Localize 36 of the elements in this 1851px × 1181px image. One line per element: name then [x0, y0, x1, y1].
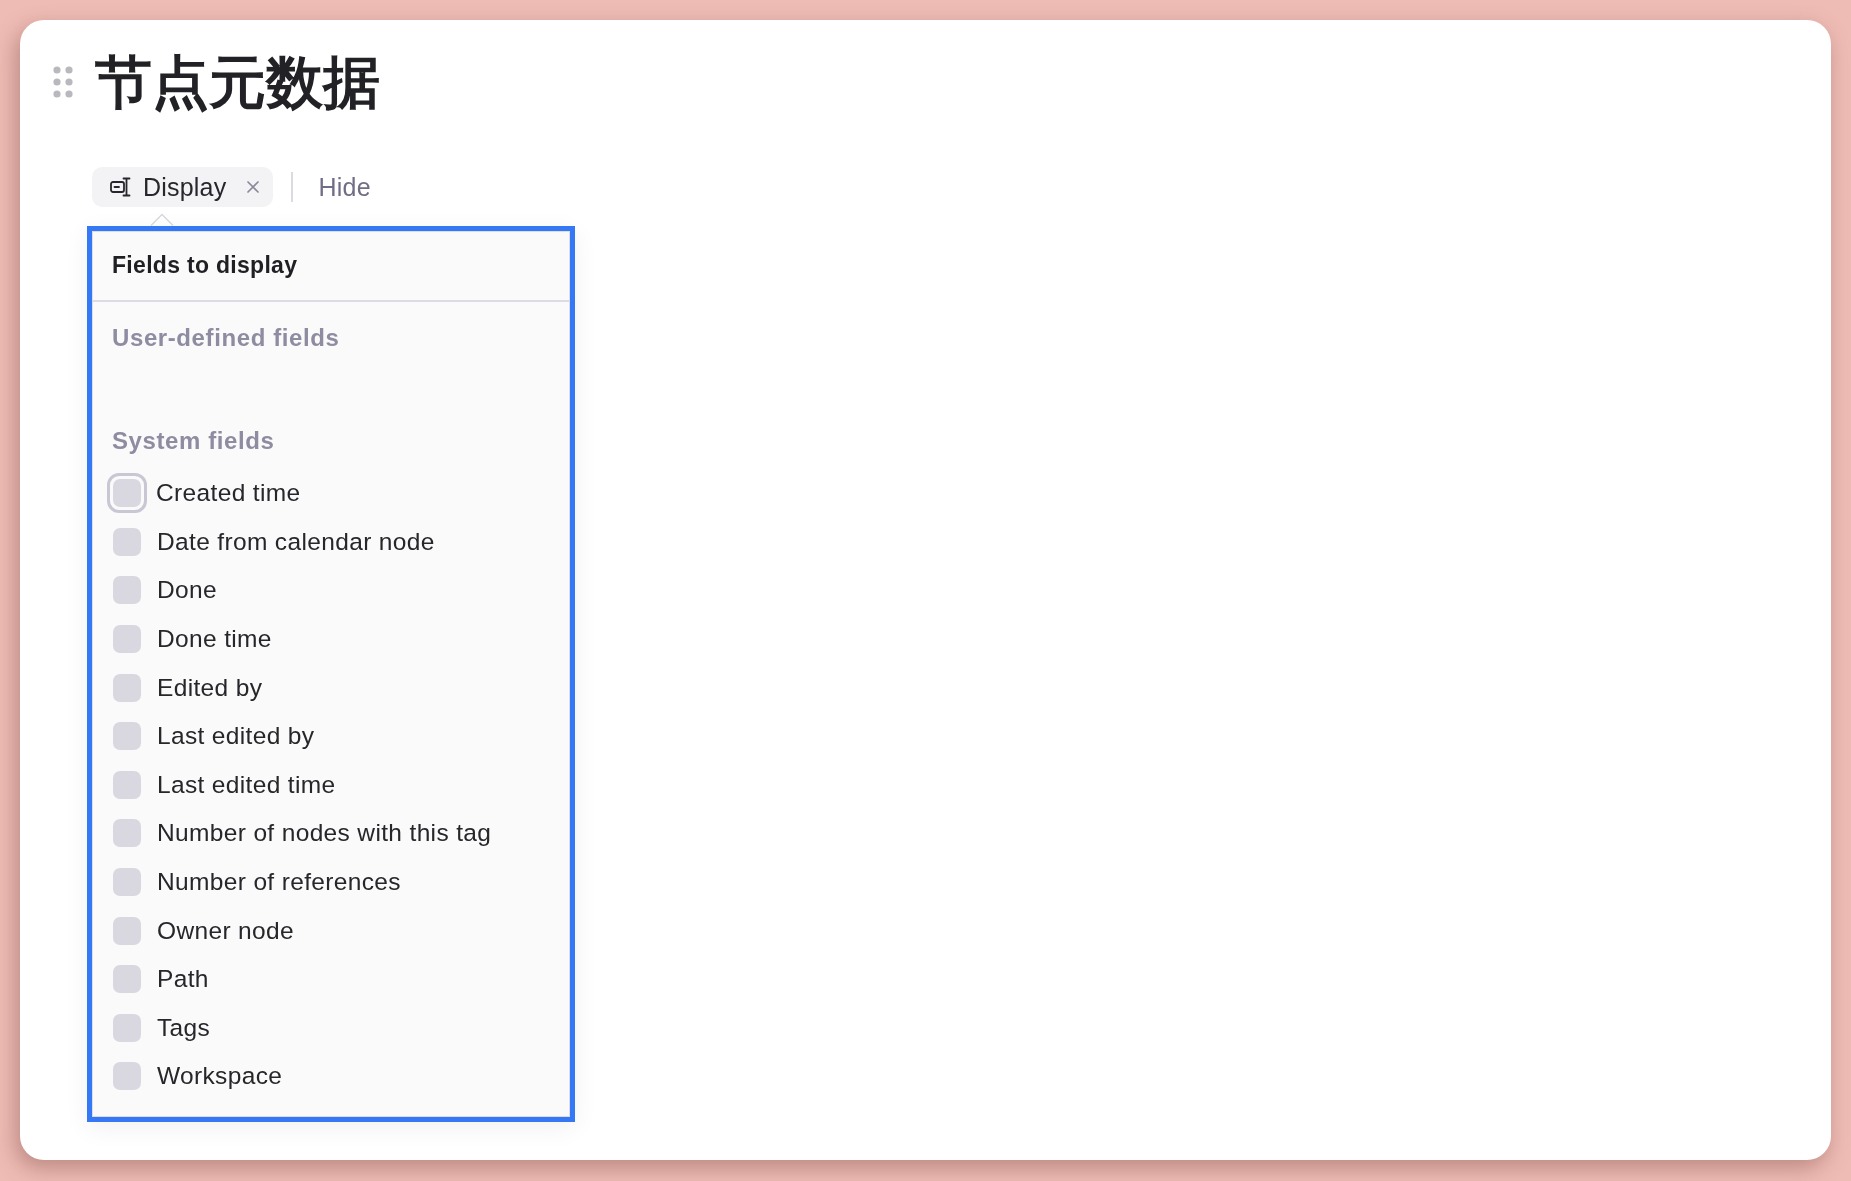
field-label: Date from calendar node	[157, 527, 435, 556]
section-heading: User-defined fields	[112, 323, 340, 353]
field-label: Number of references	[157, 868, 401, 897]
field-label: Done	[157, 576, 217, 605]
checkbox[interactable]	[113, 868, 141, 897]
popover-title: Fields to display	[112, 252, 298, 279]
checkbox[interactable]	[113, 1013, 141, 1042]
checkbox[interactable]	[113, 722, 141, 751]
checkbox[interactable]	[113, 770, 141, 799]
page-title: 节点元数据	[95, 49, 380, 116]
hide-button[interactable]: Hide	[318, 172, 371, 202]
field-label: Last edited by	[157, 722, 315, 751]
field-label: Edited by	[157, 673, 263, 702]
checkbox[interactable]	[113, 576, 141, 605]
close-icon[interactable]	[247, 181, 260, 193]
checkbox[interactable]	[113, 625, 141, 654]
checkbox[interactable]	[113, 819, 141, 848]
checkbox[interactable]	[113, 673, 141, 702]
display-chip[interactable]: Display	[92, 167, 274, 207]
pointer-icon	[150, 213, 174, 226]
section-heading: System fields	[112, 426, 275, 456]
checkbox[interactable]	[106, 473, 147, 514]
field-label: Number of nodes with this tag	[157, 819, 492, 848]
field-label: Owner node	[157, 916, 294, 945]
checkbox[interactable]	[113, 1062, 141, 1091]
checkbox[interactable]	[113, 916, 141, 945]
checkbox[interactable]	[113, 527, 141, 556]
field-label: Workspace	[157, 1062, 283, 1091]
field-label: Last edited time	[157, 770, 336, 799]
text-field-icon	[110, 177, 131, 197]
drag-handle-icon[interactable]	[53, 66, 73, 98]
field-label: Created time	[156, 479, 301, 508]
field-label: Done time	[157, 625, 272, 654]
field-label: Path	[157, 965, 209, 994]
checkbox[interactable]	[113, 965, 141, 994]
field-label: Tags	[157, 1013, 211, 1042]
